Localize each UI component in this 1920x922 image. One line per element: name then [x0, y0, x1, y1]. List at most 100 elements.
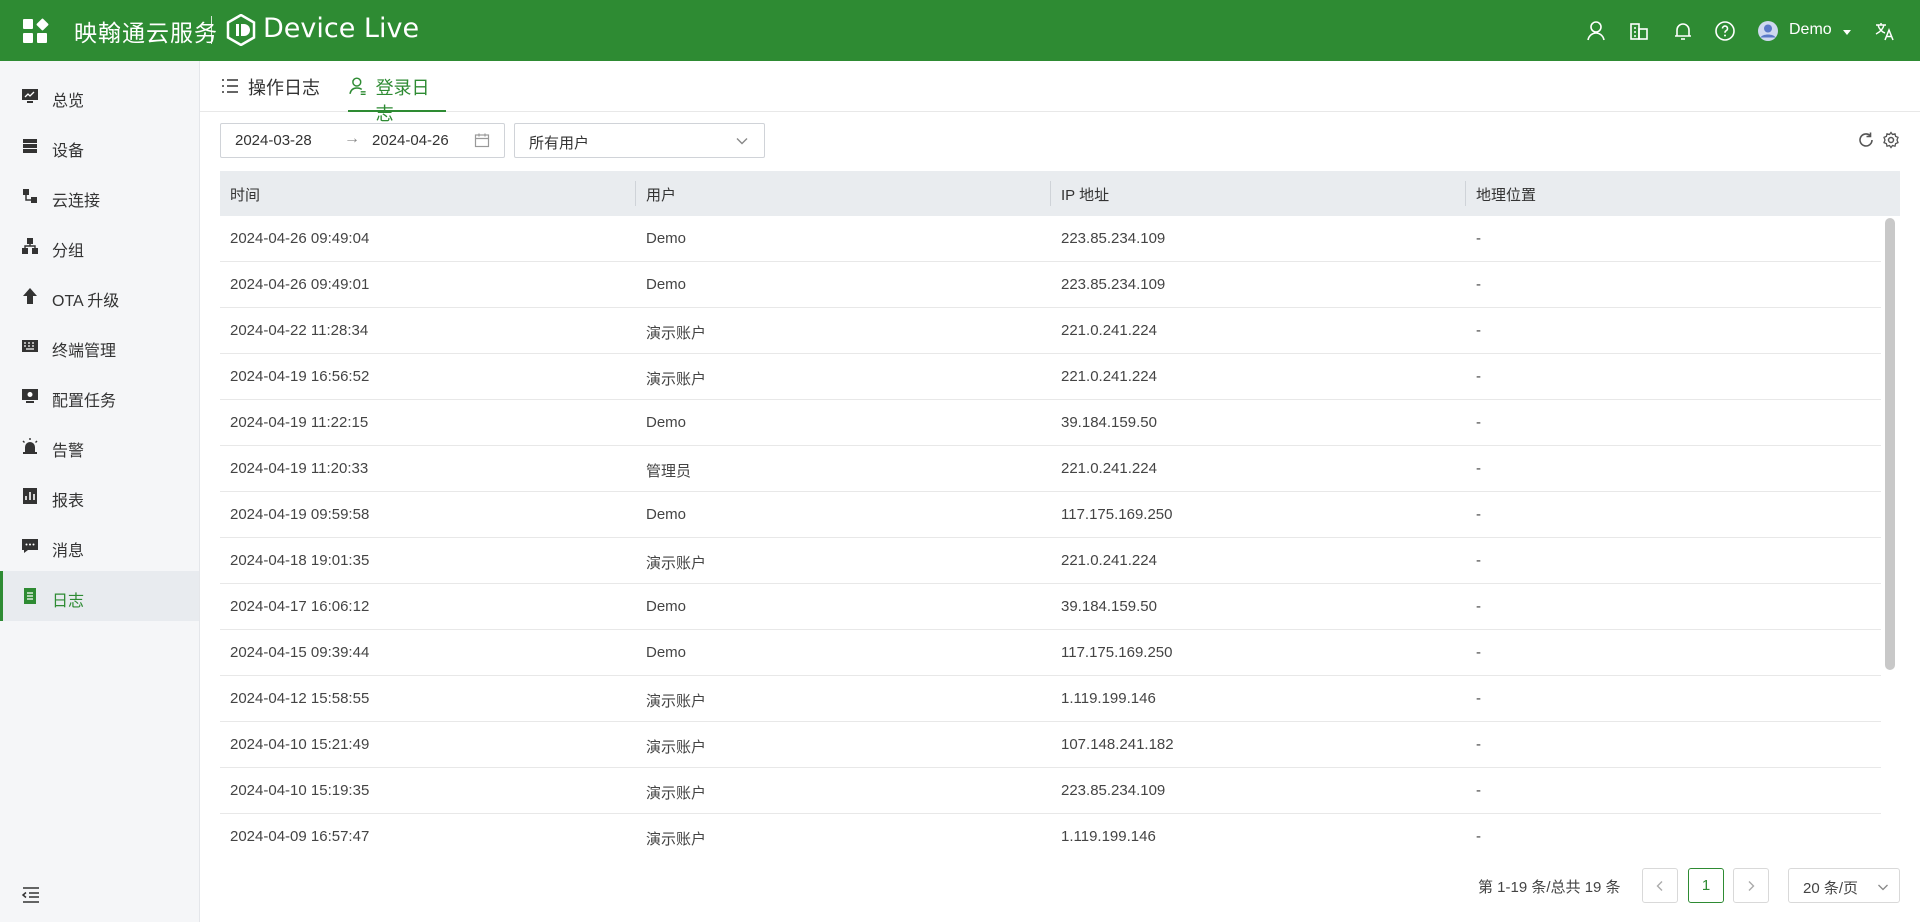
page-size-select[interactable]: 20 条/页 — [1788, 868, 1900, 903]
list-icon — [222, 79, 238, 93]
cell-ip: 223.85.234.109 — [1061, 276, 1166, 293]
table-row[interactable]: 2024-04-17 16:06:12 Demo 39.184.159.50 - — [220, 584, 1881, 630]
cell-time: 2024-04-12 15:58:55 — [230, 690, 370, 707]
user-center-icon[interactable] — [1585, 19, 1609, 43]
table-row[interactable]: 2024-04-12 15:58:55 演示账户 1.119.199.146 - — [220, 676, 1881, 722]
sidebar-item-label: 终端管理 — [52, 343, 117, 360]
date-range-picker[interactable]: 2024-03-28 → 2024-04-26 — [220, 123, 505, 158]
tab-label: 登录日志 — [375, 78, 430, 124]
sidebar-item-overview[interactable]: 总览 — [0, 71, 199, 121]
help-icon[interactable] — [1713, 19, 1737, 43]
cell-ip: 39.184.159.50 — [1061, 414, 1157, 431]
table-row[interactable]: 2024-04-09 16:57:47 演示账户 1.119.199.146 - — [220, 814, 1881, 846]
cell-ip: 1.119.199.146 — [1061, 690, 1156, 707]
collapse-sidebar-icon[interactable] — [21, 886, 41, 904]
sidebar-item-label: 日志 — [52, 593, 85, 610]
table-row[interactable]: 2024-04-19 16:56:52 演示账户 221.0.241.224 - — [220, 354, 1881, 400]
column-divider — [1050, 181, 1051, 206]
brand-name[interactable]: 映翰通云服务 — [74, 14, 218, 48]
monitor-icon — [22, 89, 38, 103]
sidebar-item-alarms[interactable]: 告警 — [0, 421, 199, 471]
cell-location: - — [1476, 506, 1481, 523]
sidebar-item-terminal[interactable]: 终端管理 — [0, 321, 199, 371]
page-size-value: 20 条/页 — [1803, 880, 1859, 897]
column-header-location[interactable]: 地理位置 — [1476, 184, 1536, 205]
prev-page-button[interactable] — [1642, 868, 1678, 903]
table-row[interactable]: 2024-04-10 15:19:35 演示账户 223.85.234.109 - — [220, 768, 1881, 814]
log-tabs: 操作日志 登录日志 — [200, 61, 1920, 124]
table-scrollbar[interactable] — [1885, 218, 1895, 670]
table-row[interactable]: 2024-04-19 09:59:58 Demo 117.175.169.250 - — [220, 492, 1881, 538]
sidebar-item-devices[interactable]: 设备 — [0, 121, 199, 171]
refresh-icon[interactable] — [1857, 131, 1875, 149]
cell-location: - — [1476, 552, 1481, 569]
cell-user: Demo — [646, 644, 687, 661]
sidebar: 总览 设备 云连接 分组 OTA 升级 终端管理 配置任务 告警 报表 消息 日… — [0, 61, 200, 922]
sidebar-item-label: 设备 — [52, 143, 85, 160]
language-icon[interactable] — [1873, 19, 1897, 43]
table-row[interactable]: 2024-04-10 15:21:49 演示账户 107.148.241.182 - — [220, 722, 1881, 768]
cell-user: Demo — [646, 506, 687, 523]
cell-ip: 223.85.234.109 — [1061, 782, 1166, 799]
end-date[interactable]: 2024-04-26 — [372, 132, 449, 149]
column-header-time[interactable]: 时间 — [230, 184, 260, 205]
user-name[interactable]: Demo — [1789, 21, 1832, 39]
table-row[interactable]: 2024-04-19 11:20:33 管理员 221.0.241.224 - — [220, 446, 1881, 492]
user-filter-select[interactable]: 所有用户 — [514, 123, 765, 158]
column-divider — [635, 181, 636, 206]
cell-time: 2024-04-09 16:57:47 — [230, 828, 370, 845]
task-icon — [22, 389, 38, 403]
notification-bell-icon[interactable] — [1671, 19, 1695, 43]
sidebar-item-logs[interactable]: 日志 — [0, 571, 199, 621]
sidebar-item-label: 配置任务 — [52, 393, 117, 410]
cell-time: 2024-04-15 09:39:44 — [230, 644, 370, 661]
sidebar-item-groups[interactable]: 分组 — [0, 221, 199, 271]
start-date[interactable]: 2024-03-28 — [235, 132, 312, 149]
cell-time: 2024-04-19 09:59:58 — [230, 506, 370, 523]
cell-location: - — [1476, 230, 1481, 247]
cell-ip: 39.184.159.50 — [1061, 598, 1157, 615]
log-icon — [24, 588, 36, 604]
sidebar-item-config-tasks[interactable]: 配置任务 — [0, 371, 199, 421]
cell-user: Demo — [646, 598, 687, 615]
apps-grid-icon[interactable] — [23, 18, 49, 43]
cell-user: Demo — [646, 276, 687, 293]
cell-location: - — [1476, 782, 1481, 799]
sidebar-item-messages[interactable]: 消息 — [0, 521, 199, 571]
page-button-current[interactable]: 1 — [1688, 868, 1724, 903]
table-header: 时间 用户 IP 地址 地理位置 — [220, 171, 1900, 216]
tab-login-log[interactable]: 登录日志 — [348, 74, 446, 124]
user-menu-caret-icon[interactable] — [1843, 30, 1851, 35]
cell-location: - — [1476, 828, 1481, 845]
next-page-button[interactable] — [1733, 868, 1769, 903]
table-body: 2024-04-09 16:57:47 演示账户 1.119.199.146 - 202… — [220, 216, 1900, 846]
link-icon — [23, 189, 37, 203]
table-row[interactable]: 2024-04-22 11:28:34 演示账户 221.0.241.224 - — [220, 308, 1881, 354]
cell-user: 演示账户 — [646, 831, 707, 846]
cell-ip: 107.148.241.182 — [1061, 736, 1174, 753]
sidebar-item-reports[interactable]: 报表 — [0, 471, 199, 521]
column-header-user[interactable]: 用户 — [646, 184, 676, 205]
column-header-ip[interactable]: IP 地址 — [1061, 184, 1109, 205]
tab-operation-log[interactable]: 操作日志 — [220, 74, 320, 112]
cell-location: - — [1476, 736, 1481, 753]
table-row[interactable]: 2024-04-26 09:49:01 Demo 223.85.234.109 - — [220, 262, 1881, 308]
cell-ip: 221.0.241.224 — [1061, 552, 1157, 569]
table-row[interactable]: 2024-04-18 19:01:35 演示账户 221.0.241.224 - — [220, 538, 1881, 584]
cell-time: 2024-04-22 11:28:34 — [230, 322, 369, 339]
cell-time: 2024-04-19 11:20:33 — [230, 460, 369, 477]
sidebar-item-label: 云连接 — [52, 193, 101, 210]
table-row[interactable]: 2024-04-15 09:39:44 Demo 117.175.169.250 - — [220, 630, 1881, 676]
cell-ip: 223.85.234.109 — [1061, 230, 1166, 247]
cell-time: 2024-04-10 15:19:35 — [230, 782, 370, 799]
sidebar-item-ota-upgrade[interactable]: OTA 升级 — [0, 271, 199, 321]
table-row[interactable]: 2024-04-26 09:49:04 Demo 223.85.234.109 - — [220, 216, 1881, 262]
avatar[interactable] — [1756, 19, 1780, 43]
settings-gear-icon[interactable] — [1882, 131, 1900, 149]
organization-icon[interactable] — [1627, 19, 1651, 43]
table-row[interactable]: 2024-04-19 11:22:15 Demo 39.184.159.50 - — [220, 400, 1881, 446]
range-arrow-icon: → — [344, 130, 360, 147]
keyboard-icon — [22, 340, 38, 352]
sidebar-item-cloud-connect[interactable]: 云连接 — [0, 171, 199, 221]
cell-user: 演示账户 — [646, 325, 707, 342]
